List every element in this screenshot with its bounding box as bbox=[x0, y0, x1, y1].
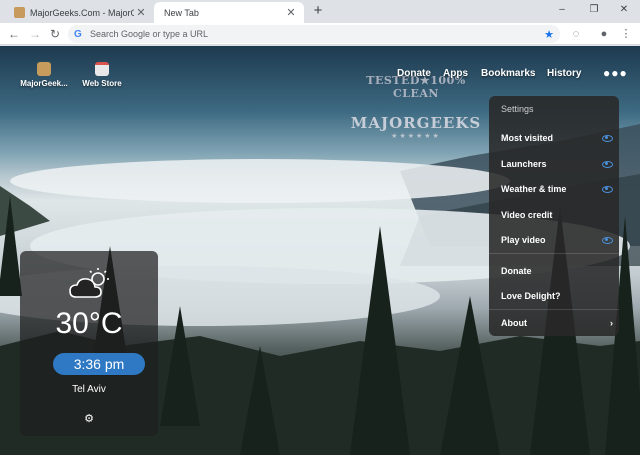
partly-cloudy-icon bbox=[69, 268, 109, 298]
clock-pill: 3:36 pm bbox=[53, 353, 145, 375]
cast-icon[interactable]: ◌ bbox=[568, 26, 584, 42]
back-arrow-icon[interactable]: ← bbox=[6, 26, 22, 42]
tab-new-tab[interactable]: New Tab ✕ bbox=[154, 2, 304, 23]
gear-icon[interactable]: ⚙ bbox=[83, 413, 95, 425]
more-options-icon[interactable]: ●●● bbox=[603, 66, 628, 80]
menu-item-play-video[interactable]: Play video bbox=[501, 235, 613, 245]
weather-card: 30°C 3:36 pm Tel Aviv ⚙ bbox=[20, 251, 158, 436]
menu-item-most-visited[interactable]: Most visited bbox=[501, 133, 613, 143]
majorgeeks-favicon-icon bbox=[14, 7, 25, 18]
minimize-button[interactable]: – bbox=[546, 2, 578, 18]
shortcut-web-store[interactable]: Web Store bbox=[72, 62, 132, 88]
shortcut-majorgeeks[interactable]: MajorGeek... bbox=[14, 62, 74, 88]
new-tab-page: MajorGeek... Web Store TESTED★100% CLEAN… bbox=[0, 46, 640, 455]
nav-donate[interactable]: Donate bbox=[397, 68, 431, 79]
maximize-button[interactable]: ❐ bbox=[578, 2, 610, 18]
reload-icon[interactable]: ↻ bbox=[47, 26, 63, 42]
close-window-button[interactable]: ✕ bbox=[608, 2, 640, 18]
menu-divider bbox=[489, 253, 619, 254]
tab-title: MajorGeeks.Com - MajorGeeks bbox=[30, 7, 134, 18]
majorgeeks-icon bbox=[37, 62, 51, 76]
menu-item-video-credit[interactable]: Video credit bbox=[501, 210, 613, 220]
bookmark-star-icon[interactable]: ★ bbox=[544, 28, 554, 41]
tab-strip: MajorGeeks.Com - MajorGeeks ✕ New Tab ✕ … bbox=[0, 0, 640, 23]
google-icon: G bbox=[74, 28, 82, 40]
tab-majorgeeks[interactable]: MajorGeeks.Com - MajorGeeks ✕ bbox=[4, 2, 154, 23]
menu-item-weather-time[interactable]: Weather & time bbox=[501, 184, 613, 194]
chevron-right-icon: › bbox=[610, 318, 613, 328]
omnibox[interactable]: G ★ bbox=[68, 25, 560, 43]
shortcut-label: MajorGeek... bbox=[20, 79, 68, 88]
eye-toggle-icon[interactable] bbox=[602, 160, 613, 168]
menu-item-donate[interactable]: Donate bbox=[501, 266, 613, 276]
close-tab-icon[interactable]: ✕ bbox=[134, 6, 148, 20]
majorgeeks-watermark: TESTED★100% CLEAN MAJORGEEKS ★★★★★★ bbox=[346, 74, 486, 154]
menu-item-about[interactable]: About › bbox=[501, 318, 613, 328]
profile-icon[interactable]: ● bbox=[596, 26, 612, 42]
forward-arrow-icon[interactable]: → bbox=[27, 26, 43, 42]
eye-toggle-icon[interactable] bbox=[602, 134, 613, 142]
city-name: Tel Aviv bbox=[72, 384, 106, 395]
menu-item-launchers[interactable]: Launchers bbox=[501, 159, 613, 169]
temperature: 30°C bbox=[55, 307, 123, 340]
settings-menu: Settings Most visited Launchers Weather … bbox=[489, 96, 619, 336]
settings-title: Settings bbox=[501, 104, 534, 114]
address-input[interactable] bbox=[90, 29, 545, 39]
menu-divider bbox=[489, 309, 619, 310]
shortcut-label: Web Store bbox=[82, 79, 122, 88]
close-tab-icon[interactable]: ✕ bbox=[284, 6, 298, 20]
nav-apps[interactable]: Apps bbox=[443, 68, 468, 79]
eye-toggle-icon[interactable] bbox=[602, 185, 613, 193]
new-tab-button[interactable]: + bbox=[310, 3, 326, 19]
menu-item-love-delight[interactable]: Love Delight? bbox=[501, 291, 613, 301]
kebab-menu-icon[interactable]: ⋮ bbox=[618, 26, 634, 42]
toolbar: ← → ↻ G ★ ◌ ● ⋮ bbox=[0, 23, 640, 45]
eye-toggle-icon[interactable] bbox=[602, 236, 613, 244]
tab-title: New Tab bbox=[164, 7, 199, 18]
watermark-line: MAJORGEEKS bbox=[350, 114, 482, 132]
web-store-icon bbox=[95, 62, 109, 76]
watermark-line: ★★★★★★ bbox=[391, 133, 441, 140]
nav-bookmarks[interactable]: Bookmarks bbox=[481, 68, 535, 79]
nav-history[interactable]: History bbox=[547, 68, 581, 79]
